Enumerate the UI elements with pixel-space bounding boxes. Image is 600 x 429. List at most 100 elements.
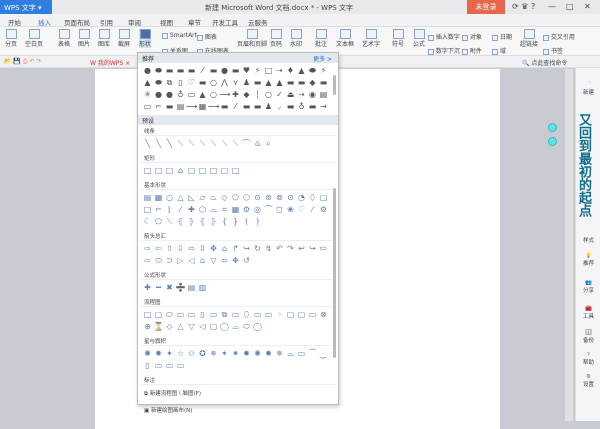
shape-icon[interactable]: ⌒ (263, 204, 274, 216)
shape-icon[interactable]: ▭ (208, 309, 219, 321)
shape-icon[interactable]: ▷ (175, 255, 186, 267)
my-wps-tab[interactable]: W 我的WPS × (90, 58, 130, 67)
shape-icon[interactable]: ┆ (252, 89, 263, 101)
shape-icon[interactable]: □ (153, 165, 164, 177)
shape-icon[interactable]: ▭ (153, 360, 164, 372)
shape-icon[interactable]: ♦ (285, 65, 296, 77)
shape-icon[interactable]: ◦ (274, 309, 285, 321)
shape-icon[interactable]: ✺ (142, 348, 153, 360)
shape-icon[interactable]: ⁄ (197, 65, 208, 77)
shape-icon[interactable]: ▯ (175, 77, 186, 89)
vertical-scrollbar[interactable] (565, 69, 573, 421)
shape-icon[interactable]: } (230, 216, 241, 228)
shape-icon[interactable]: ◁ (197, 321, 208, 333)
shape-icon[interactable]: ▢ (296, 309, 307, 321)
minimize-button[interactable]: — (548, 2, 556, 11)
shape-icon[interactable]: ✸ (241, 348, 252, 360)
shape-icon[interactable]: ⟍ (175, 138, 186, 150)
shape-icon[interactable]: ) (252, 216, 263, 228)
skin-icon[interactable]: ⟳ ♛ ? (512, 2, 535, 11)
shape-icon[interactable]: ▦ (153, 192, 164, 204)
shape-icon[interactable]: ⦄ (208, 216, 219, 228)
shape-icon[interactable]: ↪ (307, 243, 318, 255)
shape-icon[interactable]: ♁ (296, 101, 307, 113)
ribbon-small-button[interactable]: 域 (492, 46, 506, 55)
sidebar-item-2[interactable]: 💡 推荐 (576, 253, 600, 267)
shape-icon[interactable]: ▲ (263, 77, 274, 89)
tab-5[interactable]: 视图 (160, 17, 173, 27)
shape-icon[interactable]: ⟶ (186, 101, 197, 113)
shape-icon[interactable]: ● (142, 65, 153, 77)
shape-icon[interactable]: ◯ (219, 321, 230, 333)
shape-icon[interactable]: ⬭ (164, 309, 175, 321)
shape-icon[interactable]: ● (219, 65, 230, 77)
shape-icon[interactable]: ♥ (241, 65, 252, 77)
ribbon-button[interactable]: 图片 (78, 29, 90, 48)
shape-handle[interactable] (548, 123, 557, 132)
shape-icon[interactable]: ▲ (197, 89, 208, 101)
shape-icon[interactable]: ◇ (219, 192, 230, 204)
shape-icon[interactable]: ✺ (252, 348, 263, 360)
shape-icon[interactable]: ⸝ (274, 101, 285, 113)
shape-icon[interactable]: ▭ (164, 360, 175, 372)
shape-icon[interactable]: □ (263, 65, 274, 77)
shape-icon[interactable]: ⁄ (175, 204, 186, 216)
ribbon-small-button[interactable]: 日期 (492, 32, 512, 41)
sidebar-item-1[interactable]: 样式 (576, 236, 600, 244)
shape-icon[interactable]: ▬ (164, 65, 175, 77)
shape-icon[interactable]: ▬ (208, 65, 219, 77)
shape-icon[interactable]: ⇧ (164, 243, 175, 255)
panel-scrollbar[interactable] (333, 75, 336, 95)
login-button[interactable]: 未登录 (467, 0, 505, 14)
shape-icon[interactable]: ⌐ (153, 101, 164, 113)
shape-icon[interactable]: ▤ (318, 89, 329, 101)
art-text[interactable]: 又回到最初的起点 (576, 113, 591, 217)
shape-icon[interactable]: ◺ (186, 192, 197, 204)
shape-icon[interactable]: ✷ (230, 348, 241, 360)
ribbon-button[interactable]: 公式 (413, 29, 425, 48)
shape-icon[interactable]: ⬬ (153, 77, 164, 89)
shape-icon[interactable]: ▭ (142, 101, 153, 113)
shape-icon[interactable]: ▤ (175, 101, 186, 113)
ribbon-small-button[interactable]: SmartArt (162, 32, 197, 39)
shape-icon[interactable]: □ (142, 309, 153, 321)
shape-icon[interactable]: ▤ (186, 282, 197, 294)
tab-7[interactable]: 开发工具 (212, 17, 238, 27)
shape-icon[interactable]: ⌂ (197, 255, 208, 267)
shape-icon[interactable]: ▭ (175, 309, 186, 321)
ribbon-button[interactable]: 水印 (290, 29, 302, 48)
preset-scrollbar[interactable] (333, 188, 336, 358)
shape-icon[interactable]: ▭ (186, 89, 197, 101)
shape-icon[interactable]: □ (230, 165, 241, 177)
shape-icon[interactable]: ⌂ (175, 165, 186, 177)
shape-icon[interactable]: ◯ (252, 321, 263, 333)
ribbon-small-button[interactable]: 对象 (462, 32, 482, 41)
shape-icon[interactable]: ✶ (219, 348, 230, 360)
shape-icon[interactable]: { (219, 216, 230, 228)
tab-0[interactable]: 开始 (8, 17, 21, 27)
tab-3[interactable]: 引用 (100, 17, 113, 27)
shape-icon[interactable]: ▭ (186, 309, 197, 321)
shape-icon[interactable]: ▬ (197, 77, 208, 89)
shape-icon[interactable]: ✦ (164, 348, 175, 360)
wps-menu-button[interactable]: WPS 文字 ▾ (0, 0, 52, 14)
shape-icon[interactable]: ⏏ (285, 89, 296, 101)
shape-icon[interactable]: ⌒ (241, 138, 252, 150)
ribbon-button[interactable]: 截屏 (118, 29, 130, 48)
shape-icon[interactable]: ✪ (197, 348, 208, 360)
shape-icon[interactable]: ✩ (186, 348, 197, 360)
shape-icon[interactable]: ▬ (219, 101, 230, 113)
shape-icon[interactable]: ↱ (230, 243, 241, 255)
close-button[interactable]: ✕ (584, 2, 591, 11)
tab-6[interactable]: 章节 (188, 17, 201, 27)
shape-icon[interactable]: ▢ (318, 192, 329, 204)
shape-icon[interactable]: ⬄ (186, 243, 197, 255)
shape-icon[interactable]: ▬ (285, 77, 296, 89)
shape-icon[interactable]: ▦ (197, 101, 208, 113)
shape-icon[interactable]: ◆ (241, 89, 252, 101)
shape-icon[interactable]: ⌓ (208, 204, 219, 216)
shape-icon[interactable]: ▤ (142, 192, 153, 204)
shape-icon[interactable]: ⬬ (307, 65, 318, 77)
shape-icon[interactable]: ⬄ (219, 255, 230, 267)
shape-icon[interactable]: ⦄ (186, 216, 197, 228)
